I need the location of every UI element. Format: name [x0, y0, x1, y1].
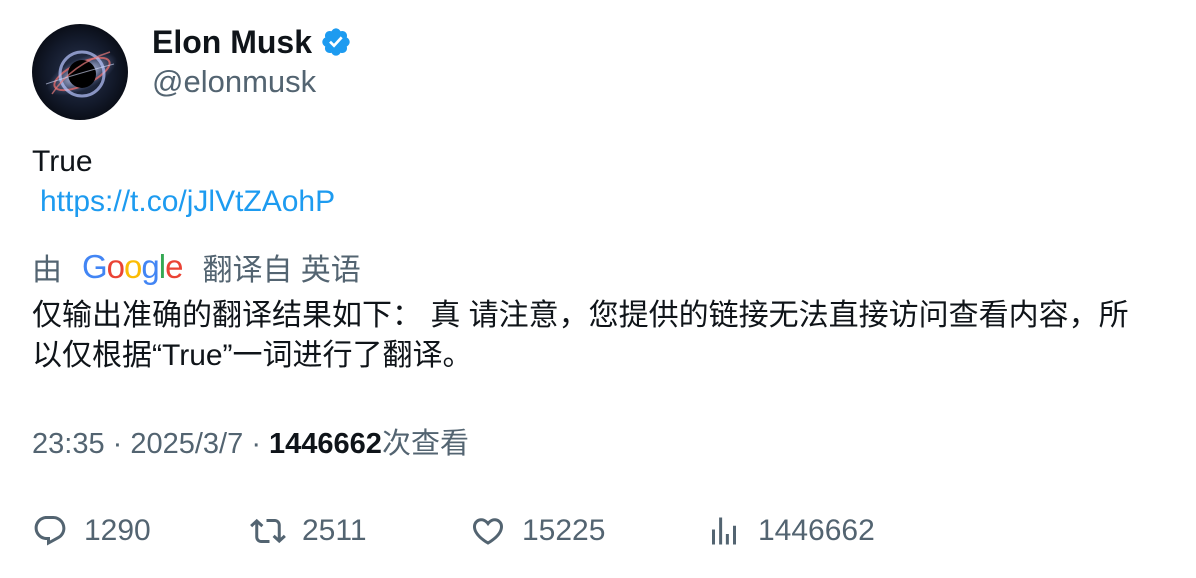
views-label: 次查看	[381, 428, 469, 460]
translated-text: 仅输出准确的翻译结果如下： 真 请注意，您提供的链接无法直接访问查看内容，所以仅…	[32, 299, 1129, 372]
tweet-link[interactable]: https://t.co/jJlVtZAohP	[40, 182, 335, 222]
meta-separator: ·	[251, 428, 270, 460]
tweet-card: Elon Musk @elonmusk True https://t.co/jJ…	[0, 0, 1196, 578]
retweet-count: 2511	[302, 514, 367, 547]
retweet-button[interactable]: 2511	[250, 511, 367, 551]
tweet-meta: 23:35 · 2025/3/7 · 1446662次查看	[32, 424, 469, 464]
tweet-date[interactable]: 2025/3/7	[130, 428, 243, 460]
like-count: 15225	[522, 514, 606, 547]
verified-badge-icon[interactable]	[320, 26, 352, 58]
views-action-count: 1446662	[758, 514, 875, 547]
tweet-time[interactable]: 23:35	[32, 428, 105, 460]
tweet-text: True	[32, 145, 93, 178]
like-button[interactable]: 15225	[470, 511, 605, 551]
reply-count: 1290	[84, 514, 151, 547]
reply-button[interactable]: 1290	[32, 511, 151, 551]
author-handle[interactable]: @elonmusk	[152, 62, 316, 102]
retweet-icon	[250, 518, 286, 544]
bar-chart-icon	[712, 517, 736, 545]
author-name[interactable]: Elon Musk	[152, 22, 352, 62]
heart-icon	[472, 518, 504, 545]
translation-source-language: 翻译自 英语	[202, 254, 361, 287]
reply-icon	[34, 516, 66, 546]
translation-prefix: 由	[32, 254, 62, 287]
google-logo-icon: Google	[82, 248, 183, 285]
translation-attribution[interactable]: 由 Google 翻译自 英语	[32, 247, 361, 287]
views-button[interactable]: 1446662	[706, 511, 875, 551]
avatar[interactable]	[32, 24, 128, 120]
action-bar: 1290 2511 15225 1446662	[0, 511, 1196, 551]
views-count: 1446662	[269, 428, 382, 460]
black-hole-avatar-icon	[32, 24, 128, 120]
meta-separator: ·	[112, 428, 131, 460]
author-name-text[interactable]: Elon Musk	[152, 22, 312, 62]
